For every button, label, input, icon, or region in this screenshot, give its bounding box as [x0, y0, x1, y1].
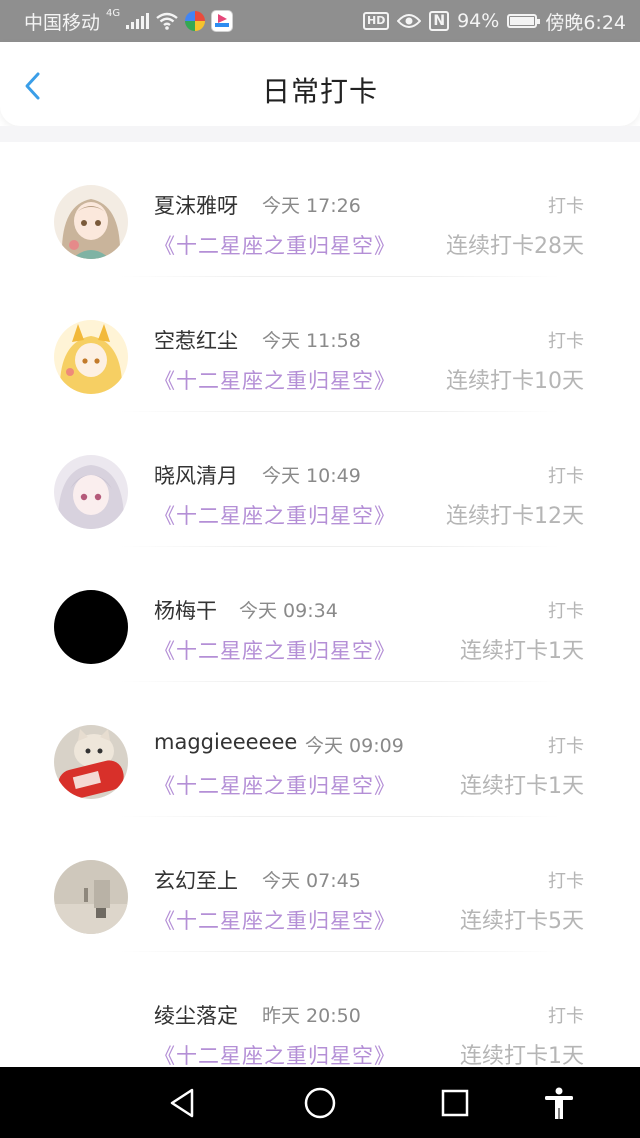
- checkin-time: 今天 07:45: [262, 870, 361, 892]
- username[interactable]: 杨梅干: [154, 595, 217, 625]
- header-gap: [0, 126, 640, 142]
- wifi-icon: [156, 12, 178, 30]
- streak-count: 连续打卡28天: [446, 234, 584, 259]
- checkin-list[interactable]: 夏沫雅呀 今天 17:26 打卡 《十二星座之重归星空》 连续打卡28天 空惹红…: [0, 142, 640, 1067]
- avatar[interactable]: [54, 725, 128, 799]
- system-recents-button[interactable]: [438, 1086, 472, 1120]
- streak-count: 连续打卡5天: [460, 909, 584, 934]
- checkin-time: 今天 09:09: [305, 735, 404, 757]
- checkin-time: 今天 10:49: [262, 465, 361, 487]
- square-recents-icon: [441, 1089, 469, 1117]
- avatar[interactable]: [54, 590, 128, 664]
- status-right: HD N 94% 傍晚6:24: [363, 8, 626, 35]
- page-title: 日常打卡: [261, 75, 378, 108]
- nfc-icon: N: [429, 11, 450, 31]
- username[interactable]: maggieeeeee: [154, 730, 297, 754]
- book-link[interactable]: 《十二星座之重归星空》: [154, 230, 396, 260]
- checkin-time: 昨天 20:50: [262, 1005, 361, 1027]
- username[interactable]: 玄幻至上: [154, 865, 238, 895]
- avatar[interactable]: [54, 320, 128, 394]
- checkin-row[interactable]: 杨梅干 今天 09:34 打卡 《十二星座之重归星空》 连续打卡1天: [0, 547, 640, 682]
- checkin-row[interactable]: 玄幻至上 今天 07:45 打卡 《十二星座之重归星空》 连续打卡5天: [0, 817, 640, 952]
- video-app-icon: [211, 10, 234, 32]
- carrier-name: 中国移动: [24, 11, 101, 34]
- checkin-action: 打卡: [548, 601, 584, 622]
- book-link[interactable]: 《十二星座之重归星空》: [154, 500, 396, 530]
- checkin-row[interactable]: 空惹红尘 今天 11:58 打卡 《十二星座之重归星空》 连续打卡10天: [0, 277, 640, 412]
- checkin-action: 打卡: [548, 466, 584, 487]
- avatar[interactable]: [54, 185, 128, 259]
- avatar[interactable]: [54, 995, 128, 1067]
- checkin-action: 打卡: [548, 331, 584, 352]
- checkin-time: 今天 09:34: [239, 600, 338, 622]
- system-back-button[interactable]: [166, 1086, 200, 1120]
- checkin-row[interactable]: maggieeeeee 今天 09:09 打卡 《十二星座之重归星空》 连续打卡…: [0, 682, 640, 817]
- username[interactable]: 绫尘落定: [154, 1000, 238, 1030]
- streak-count: 连续打卡1天: [460, 774, 584, 799]
- streak-count: 连续打卡12天: [446, 504, 584, 529]
- avatar[interactable]: [54, 860, 128, 934]
- triangle-back-icon: [170, 1088, 194, 1118]
- signal-icon: [126, 13, 150, 29]
- battery-percent: 94%: [457, 10, 500, 32]
- nav-header: 日常打卡: [0, 42, 640, 126]
- status-left: 中国移动 4G: [24, 7, 234, 35]
- hd-icon: HD: [363, 12, 390, 30]
- checkin-row[interactable]: 夏沫雅呀 今天 17:26 打卡 《十二星座之重归星空》 连续打卡28天: [0, 142, 640, 277]
- system-home-button[interactable]: [303, 1086, 337, 1120]
- accessibility-person-icon: [545, 1087, 573, 1119]
- checkin-action: 打卡: [548, 871, 584, 892]
- username[interactable]: 夏沫雅呀: [154, 190, 238, 220]
- checkin-row[interactable]: 晓风清月 今天 10:49 打卡 《十二星座之重归星空》 连续打卡12天: [0, 412, 640, 547]
- checkin-time: 今天 17:26: [262, 195, 361, 217]
- book-link[interactable]: 《十二星座之重归星空》: [154, 770, 396, 800]
- book-link[interactable]: 《十二星座之重归星空》: [154, 635, 396, 665]
- network-type: 4G: [106, 7, 121, 19]
- book-link[interactable]: 《十二星座之重归星空》: [154, 1040, 396, 1067]
- battery-icon: [507, 14, 541, 28]
- checkin-row[interactable]: 绫尘落定 昨天 20:50 打卡 《十二星座之重归星空》 连续打卡1天: [0, 952, 640, 1067]
- book-link[interactable]: 《十二星座之重归星空》: [154, 905, 396, 935]
- app-notification-icon: [185, 11, 206, 31]
- system-nav-bar: [0, 1067, 640, 1138]
- checkin-action: 打卡: [548, 736, 584, 757]
- checkin-action: 打卡: [548, 196, 584, 217]
- username[interactable]: 晓风清月: [154, 460, 238, 490]
- streak-count: 连续打卡1天: [460, 1044, 584, 1067]
- checkin-time: 今天 11:58: [262, 330, 361, 352]
- streak-count: 连续打卡1天: [460, 639, 584, 664]
- checkin-action: 打卡: [548, 1006, 584, 1027]
- clock: 傍晚6:24: [545, 11, 626, 34]
- streak-count: 连续打卡10天: [446, 369, 584, 394]
- status-bar: 中国移动 4G HD N 94% 傍晚6:24: [0, 0, 640, 42]
- accessibility-button[interactable]: [542, 1086, 576, 1120]
- circle-home-icon: [304, 1087, 336, 1119]
- book-link[interactable]: 《十二星座之重归星空》: [154, 365, 396, 395]
- username[interactable]: 空惹红尘: [154, 325, 238, 355]
- avatar[interactable]: [54, 455, 128, 529]
- eye-comfort-icon: [397, 14, 422, 28]
